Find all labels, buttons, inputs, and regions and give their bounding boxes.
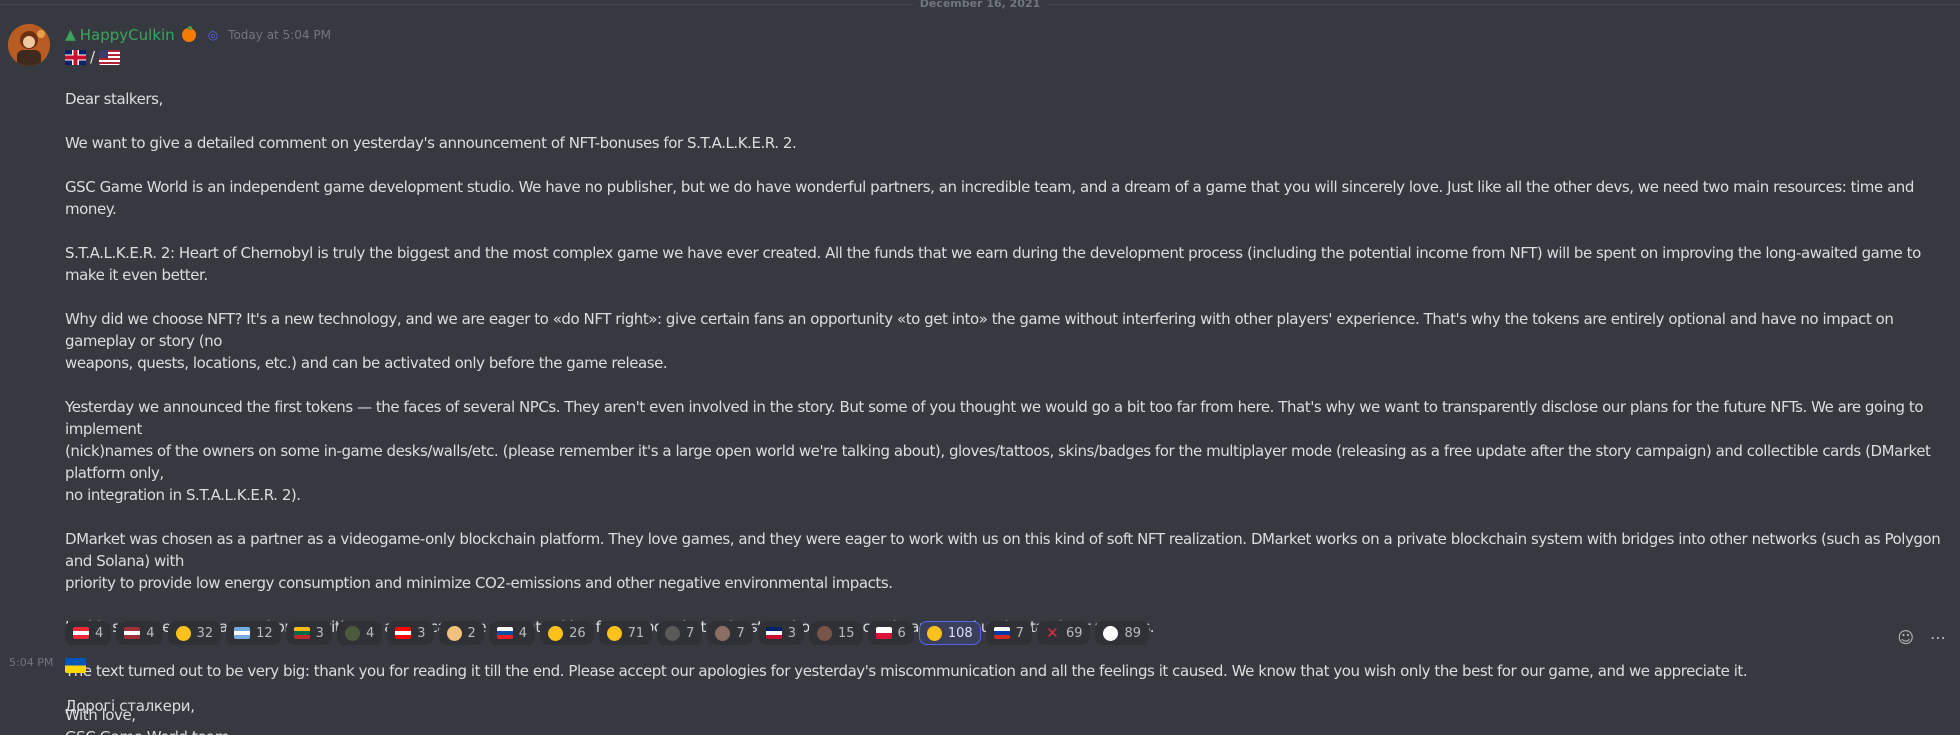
reaction-count: 3 (417, 625, 426, 641)
reaction-flag-poland[interactable]: 6 (867, 621, 914, 645)
role-badge-icon[interactable]: ◎ (208, 28, 218, 42)
message-paragraph: The text turned out to be very big: than… (65, 662, 1748, 680)
reaction-count: 6 (897, 625, 906, 641)
flag-canada-icon (395, 627, 412, 639)
message2-timestamp[interactable]: 5:04 PM (9, 656, 53, 669)
thumbs-up-icon (548, 625, 564, 641)
flag-slovakia-icon (496, 627, 513, 639)
reaction-flag-austria[interactable]: 4 (65, 621, 112, 645)
rifle-icon (715, 625, 731, 641)
reaction-clown-face[interactable]: 89 (1095, 621, 1150, 645)
reaction-count: 7 (686, 625, 695, 641)
message-header: ▲ HappyCulkin ◎ Today at 5:04 PM (65, 24, 331, 46)
christmas-tree-icon: ▲ (65, 27, 76, 43)
message-paragraph: We want to give a detailed comment on ye… (65, 134, 797, 152)
reaction-monkey-custom[interactable]: 15 (809, 621, 863, 645)
stalker-custom-icon (344, 625, 360, 641)
message-paragraph: With love, GSC Game World team. (65, 706, 234, 735)
avatar[interactable] (8, 24, 50, 66)
more-options-icon[interactable]: ⋯ (1930, 628, 1946, 647)
message-paragraph: GSC Game World is an independent game de… (65, 178, 1919, 218)
author-name[interactable]: HappyCulkin (80, 26, 175, 44)
reaction-count: 15 (838, 625, 855, 641)
reaction-count: 4 (518, 625, 528, 641)
reaction-flag-latvia[interactable]: 4 (116, 621, 163, 645)
reaction-count: 69 (1065, 625, 1083, 641)
message-paragraph: S.T.A.L.K.E.R. 2: Heart of Chernobyl is … (65, 244, 1926, 284)
reaction-count: 26 (569, 625, 586, 641)
reaction-flag-argentina[interactable]: 12 (226, 621, 281, 645)
divider-date: December 16, 2021 (913, 0, 1047, 10)
reaction-count: 4 (146, 625, 155, 641)
reaction-count: 4 (95, 625, 104, 641)
message-paragraph: Dear stalkers, (65, 90, 163, 108)
reaction-stalker-figure[interactable]: 7 (657, 621, 703, 645)
reaction-flag-canada[interactable]: 3 (387, 621, 434, 645)
flag-argentina-icon (234, 627, 251, 639)
reaction-cross-mark[interactable]: ✕ 69 (1036, 621, 1091, 645)
flag-poland-icon (875, 627, 892, 639)
reaction-count: 7 (736, 625, 745, 641)
message-paragraph: Yesterday we announced the first tokens … (65, 398, 1931, 504)
flag-uk-icon (765, 627, 782, 639)
reaction-count: 2 (467, 625, 476, 641)
reaction-count: 3 (315, 625, 324, 641)
flag-russia-icon (993, 627, 1010, 639)
uk-flag-icon (65, 49, 86, 65)
reaction-rifle[interactable]: 7 (707, 621, 753, 645)
message-hover-actions: ☺ ⋯ (1897, 628, 1946, 647)
reaction-count: 32 (196, 625, 214, 641)
reaction-count: 7 (1015, 625, 1024, 641)
reaction-flag-uk[interactable]: 3 (757, 621, 804, 645)
reaction-weary-face[interactable]: 32 (167, 621, 222, 645)
message-paragraph: DMarket was chosen as a partner as a vid… (65, 530, 1941, 592)
add-reaction-icon[interactable]: ☺ (1897, 628, 1914, 647)
reaction-count: 4 (365, 625, 375, 641)
flag-lithuania-icon (293, 627, 310, 639)
reaction-flag-lithuania[interactable]: 3 (285, 621, 332, 645)
reactions-bar: 4 4 32 12 3 4 3 2 4 26 71 7 7 3 15 6 108 7 ✕ 69 89 (65, 621, 1150, 645)
us-flag-icon (99, 49, 121, 65)
flags-line: / (65, 48, 121, 66)
reaction-flag-russia[interactable]: 7 (985, 621, 1032, 645)
thumbs-down-icon (926, 625, 942, 641)
reaction-count: 71 (627, 625, 645, 641)
message2-text: Дорогі сталкери, (65, 697, 195, 715)
reaction-bald-face[interactable]: 2 (438, 621, 484, 645)
reaction-count: 12 (256, 625, 273, 641)
flag-austria-icon (73, 627, 89, 639)
flag-latvia-icon (124, 627, 141, 639)
stalker-figure-icon (665, 625, 681, 641)
message-paragraph: Why did we choose NFT? It's a new techno… (65, 310, 1894, 372)
reaction-thumbs-up[interactable]: 26 (540, 621, 594, 645)
message2-flags (65, 655, 86, 674)
face-with-raised-eyebrow-icon (606, 625, 622, 641)
reaction-face-with-raised-eyebrow[interactable]: 71 (598, 621, 653, 645)
flags-separator: / (90, 48, 96, 66)
cross-mark-icon: ✕ (1046, 623, 1059, 642)
reaction-count: 108 (947, 625, 973, 641)
weary-face-icon (175, 625, 191, 641)
monkey-custom-icon (817, 625, 832, 641)
date-divider: December 16, 2021 (0, 0, 1960, 10)
ukraine-flag-icon (65, 658, 86, 673)
chat-view: December 16, 2021 ▲ HappyCulkin ◎ Today … (0, 0, 1960, 735)
message-timestamp[interactable]: Today at 5:04 PM (228, 28, 331, 42)
bald-face-icon (446, 625, 462, 641)
reaction-stalker-custom[interactable]: 4 (336, 621, 383, 645)
reaction-count: 3 (787, 625, 796, 641)
reaction-count: 89 (1124, 625, 1142, 641)
reaction-flag-slovakia[interactable]: 4 (488, 621, 536, 645)
reaction-thumbs-down[interactable]: 108 (918, 621, 981, 645)
clown-face-icon (1103, 625, 1119, 641)
tangerine-icon (181, 26, 196, 42)
